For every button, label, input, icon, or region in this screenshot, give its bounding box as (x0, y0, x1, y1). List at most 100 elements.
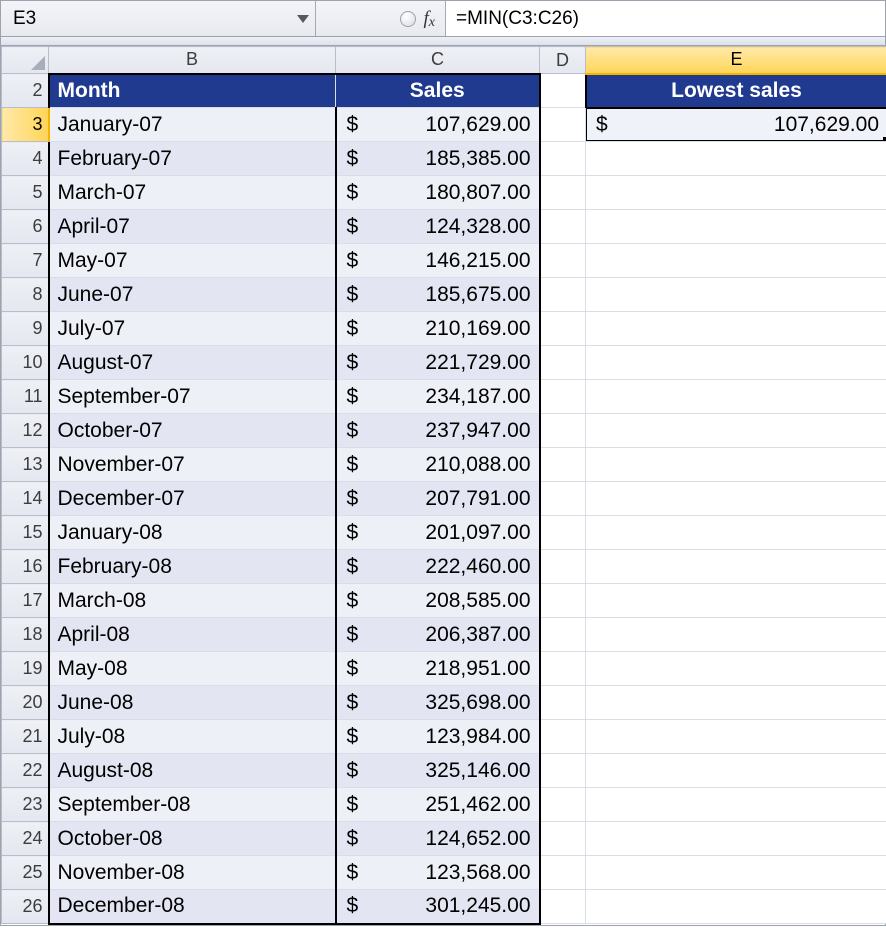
row-header-8[interactable]: 8 (2, 278, 49, 312)
row-header-21[interactable]: 21 (2, 720, 49, 754)
cell-blank[interactable] (540, 414, 586, 448)
cell-blank[interactable] (586, 278, 886, 312)
cell-blank[interactable] (540, 822, 586, 856)
cell-blank[interactable] (586, 414, 886, 448)
row-header-11[interactable]: 11 (2, 380, 49, 414)
cell-month[interactable]: October-08 (49, 822, 336, 856)
cell-blank[interactable] (540, 618, 586, 652)
cell-blank[interactable] (540, 890, 586, 924)
cell-blank[interactable] (586, 686, 886, 720)
cell-sales[interactable]: $208,585.00 (336, 584, 540, 618)
name-box[interactable]: E3 (1, 1, 316, 36)
row-header-6[interactable]: 6 (2, 210, 49, 244)
cell-month[interactable]: January-07 (49, 108, 336, 142)
cell-month[interactable]: January-08 (49, 516, 336, 550)
cell-sales[interactable]: $207,791.00 (336, 482, 540, 516)
cell-month[interactable]: March-07 (49, 176, 336, 210)
cell-blank[interactable] (586, 312, 886, 346)
cell-blank[interactable] (586, 754, 886, 788)
column-header-E[interactable]: E (586, 47, 886, 74)
cell-blank[interactable] (540, 448, 586, 482)
cell-month[interactable]: April-07 (49, 210, 336, 244)
row-header-15[interactable]: 15 (2, 516, 49, 550)
cell-blank[interactable] (540, 516, 586, 550)
cell-month[interactable]: November-08 (49, 856, 336, 890)
row-header-2[interactable]: 2 (2, 74, 49, 108)
table-header-lowest[interactable]: Lowest sales (586, 74, 886, 108)
cell-blank[interactable] (540, 754, 586, 788)
row-header-26[interactable]: 26 (2, 890, 49, 924)
cell-sales[interactable]: $325,698.00 (336, 686, 540, 720)
cell-month[interactable]: February-07 (49, 142, 336, 176)
cell-blank[interactable] (540, 346, 586, 380)
cell-sales[interactable]: $123,568.00 (336, 856, 540, 890)
cell-blank[interactable] (586, 448, 886, 482)
cell-blank[interactable] (586, 516, 886, 550)
cell-blank[interactable] (586, 550, 886, 584)
row-header-20[interactable]: 20 (2, 686, 49, 720)
row-header-12[interactable]: 12 (2, 414, 49, 448)
column-header-D[interactable]: D (540, 47, 586, 74)
cell-month[interactable]: December-07 (49, 482, 336, 516)
cell-blank[interactable] (586, 482, 886, 516)
row-header-7[interactable]: 7 (2, 244, 49, 278)
cell-month[interactable]: June-07 (49, 278, 336, 312)
cell-sales[interactable]: $221,729.00 (336, 346, 540, 380)
row-header-25[interactable]: 25 (2, 856, 49, 890)
row-header-5[interactable]: 5 (2, 176, 49, 210)
cell-month[interactable]: July-08 (49, 720, 336, 754)
row-header-10[interactable]: 10 (2, 346, 49, 380)
cell-sales[interactable]: $251,462.00 (336, 788, 540, 822)
cell-lowest-result[interactable]: $107,629.00 (586, 108, 886, 142)
cell-blank[interactable] (540, 176, 586, 210)
cell-month[interactable]: May-07 (49, 244, 336, 278)
cell-sales[interactable]: $210,169.00 (336, 312, 540, 346)
cell-month[interactable]: November-07 (49, 448, 336, 482)
row-header-16[interactable]: 16 (2, 550, 49, 584)
row-header-23[interactable]: 23 (2, 788, 49, 822)
cell-blank[interactable] (586, 890, 886, 924)
row-header-13[interactable]: 13 (2, 448, 49, 482)
grid[interactable]: B C D E 2MonthSalesLowest sales3January-… (1, 46, 886, 925)
cell-sales[interactable]: $107,629.00 (336, 108, 540, 142)
cell-blank[interactable] (540, 584, 586, 618)
cell-blank[interactable] (540, 142, 586, 176)
cell-blank[interactable] (586, 618, 886, 652)
cell-sales[interactable]: $234,187.00 (336, 380, 540, 414)
row-header-22[interactable]: 22 (2, 754, 49, 788)
cell-blank[interactable] (586, 176, 886, 210)
cell-sales[interactable]: $180,807.00 (336, 176, 540, 210)
formula-input[interactable] (446, 1, 885, 36)
cell-blank[interactable] (586, 652, 886, 686)
cell-blank[interactable] (586, 380, 886, 414)
fx-icon[interactable]: fx (424, 9, 436, 28)
cell-month[interactable]: September-07 (49, 380, 336, 414)
column-header-B[interactable]: B (49, 47, 336, 74)
cell-sales[interactable]: $185,675.00 (336, 278, 540, 312)
cell-sales[interactable]: $123,984.00 (336, 720, 540, 754)
cancel-icon[interactable] (400, 11, 416, 27)
column-header-C[interactable]: C (336, 47, 540, 74)
row-header-3[interactable]: 3 (2, 108, 49, 142)
cell-blank[interactable] (586, 346, 886, 380)
cell-month[interactable]: December-08 (49, 890, 336, 924)
cell-blank[interactable] (540, 108, 586, 142)
cell-blank[interactable] (540, 380, 586, 414)
cell-blank[interactable] (540, 686, 586, 720)
cell-month[interactable]: May-08 (49, 652, 336, 686)
cell-blank[interactable] (540, 244, 586, 278)
cell-month[interactable]: June-08 (49, 686, 336, 720)
cell-sales[interactable]: $210,088.00 (336, 448, 540, 482)
cell-sales[interactable]: $206,387.00 (336, 618, 540, 652)
cell-sales[interactable]: $301,245.00 (336, 890, 540, 924)
row-header-17[interactable]: 17 (2, 584, 49, 618)
cell-month[interactable]: September-08 (49, 788, 336, 822)
row-header-9[interactable]: 9 (2, 312, 49, 346)
cell-blank[interactable] (586, 788, 886, 822)
select-all-corner[interactable] (2, 47, 49, 74)
cell-sales[interactable]: $124,652.00 (336, 822, 540, 856)
cell-blank[interactable] (586, 142, 886, 176)
cell-blank[interactable] (540, 550, 586, 584)
cell-blank[interactable] (586, 210, 886, 244)
cell-blank[interactable] (540, 720, 586, 754)
